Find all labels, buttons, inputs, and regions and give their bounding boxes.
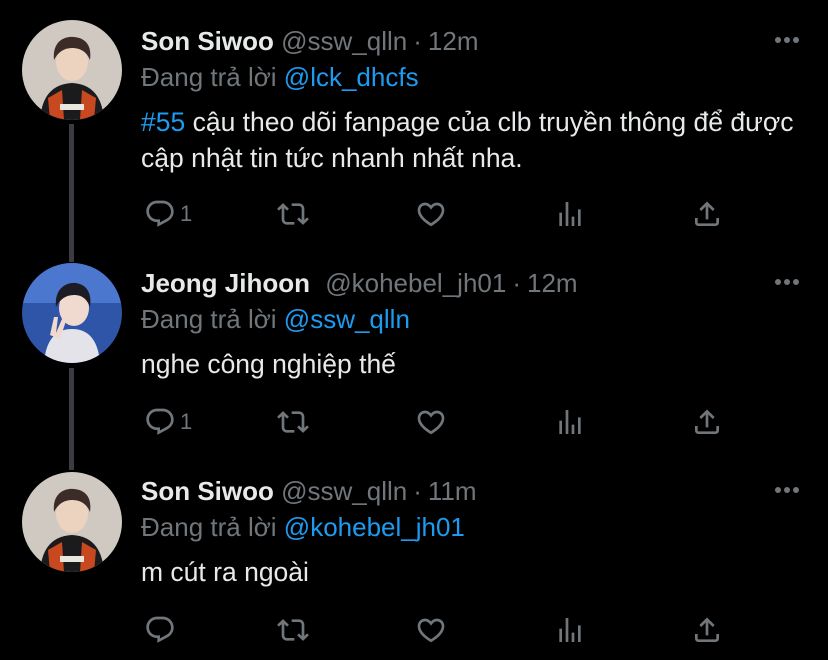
analytics-button[interactable] — [554, 612, 586, 648]
retweet-button[interactable] — [277, 196, 309, 232]
tweet-header: Son Siwoo @ssw_qlln · 11m — [141, 476, 477, 507]
replying-prefix: Đang trả lời — [141, 304, 277, 334]
reply-count: 1 — [180, 409, 193, 434]
tweet-header: Son Siwoo @ssw_qlln · 12m — [141, 26, 478, 57]
mention-link[interactable]: @ssw_qlln — [284, 304, 410, 334]
more-icon[interactable] — [774, 486, 800, 494]
share-icon — [691, 406, 723, 438]
analytics-icon — [554, 614, 586, 646]
replying-prefix: Đang trả lời — [141, 512, 277, 542]
like-icon — [415, 198, 447, 230]
tweet-header: Jeong Jihoon @kohebel_jh01 · 12m — [141, 268, 578, 299]
hashtag-link[interactable]: #55 — [141, 107, 185, 137]
handle[interactable]: @ssw_qlln — [281, 26, 407, 56]
analytics-button[interactable] — [554, 196, 586, 232]
tweet[interactable]: Jeong Jihoon @kohebel_jh01 · 12m Đang trả … — [0, 250, 828, 458]
action-bar: 1 — [141, 196, 741, 232]
reply-icon — [144, 198, 176, 230]
more-icon[interactable] — [774, 36, 800, 44]
replying-to: Đang trả lời @kohebel_jh01 — [141, 512, 465, 543]
tweet-text-body: cậu theo dõi fanpage của clb truyền thôn… — [141, 107, 794, 173]
share-icon — [691, 198, 723, 230]
avatar[interactable] — [22, 263, 122, 363]
tweet-text: nghe công nghiệp thế — [141, 349, 396, 379]
timestamp[interactable]: 11m — [428, 476, 477, 506]
like-button[interactable] — [415, 612, 447, 648]
replying-to: Đang trả lời @ssw_qlln — [141, 304, 410, 335]
retweet-button[interactable] — [277, 404, 309, 440]
mention-link[interactable]: @kohebel_jh01 — [284, 512, 465, 542]
display-name[interactable]: Son Siwoo — [141, 26, 274, 56]
handle[interactable]: @ssw_qlln — [281, 476, 407, 506]
like-icon — [415, 406, 447, 438]
share-icon — [691, 614, 723, 646]
retweet-icon — [277, 198, 309, 230]
action-bar — [141, 612, 741, 648]
like-button[interactable] — [415, 196, 447, 232]
tweet-text: #55 cậu theo dõi fanpage của clb truyền … — [141, 104, 811, 176]
reply-count: 1 — [180, 201, 193, 226]
tweet-text: m cút ra ngoài — [141, 557, 309, 587]
replying-prefix: Đang trả lời — [141, 62, 277, 92]
more-icon[interactable] — [774, 278, 800, 286]
action-bar: 1 — [141, 404, 741, 440]
display-name[interactable]: Jeong Jihoon — [141, 268, 310, 298]
share-button[interactable] — [691, 612, 723, 648]
like-icon — [415, 614, 447, 646]
reply-button[interactable]: 1 — [144, 196, 192, 232]
analytics-icon — [554, 198, 586, 230]
reply-icon — [144, 614, 176, 646]
share-button[interactable] — [691, 196, 723, 232]
timestamp[interactable]: 12m — [428, 26, 479, 56]
avatar[interactable] — [22, 472, 122, 572]
reply-icon — [144, 406, 176, 438]
retweet-button[interactable] — [277, 612, 309, 648]
reply-button[interactable]: 1 — [144, 404, 192, 440]
separator: · — [413, 476, 422, 506]
timestamp[interactable]: 12m — [527, 268, 578, 298]
retweet-icon — [277, 614, 309, 646]
separator: · — [512, 268, 521, 298]
avatar[interactable] — [22, 20, 122, 120]
reply-button[interactable] — [144, 612, 180, 648]
display-name[interactable]: Son Siwoo — [141, 476, 274, 506]
retweet-icon — [277, 406, 309, 438]
analytics-button[interactable] — [554, 404, 586, 440]
mention-link[interactable]: @lck_dhcfs — [284, 62, 419, 92]
handle[interactable]: @kohebel_jh01 — [325, 268, 506, 298]
replying-to: Đang trả lời @lck_dhcfs — [141, 62, 419, 93]
analytics-icon — [554, 406, 586, 438]
like-button[interactable] — [415, 404, 447, 440]
separator: · — [413, 26, 422, 56]
share-button[interactable] — [691, 404, 723, 440]
tweet[interactable]: Son Siwoo @ssw_qlln · 12m Đang trả lời @lc… — [0, 0, 828, 250]
tweet[interactable]: Son Siwoo @ssw_qlln · 11m Đang trả lời @ko… — [0, 458, 828, 660]
